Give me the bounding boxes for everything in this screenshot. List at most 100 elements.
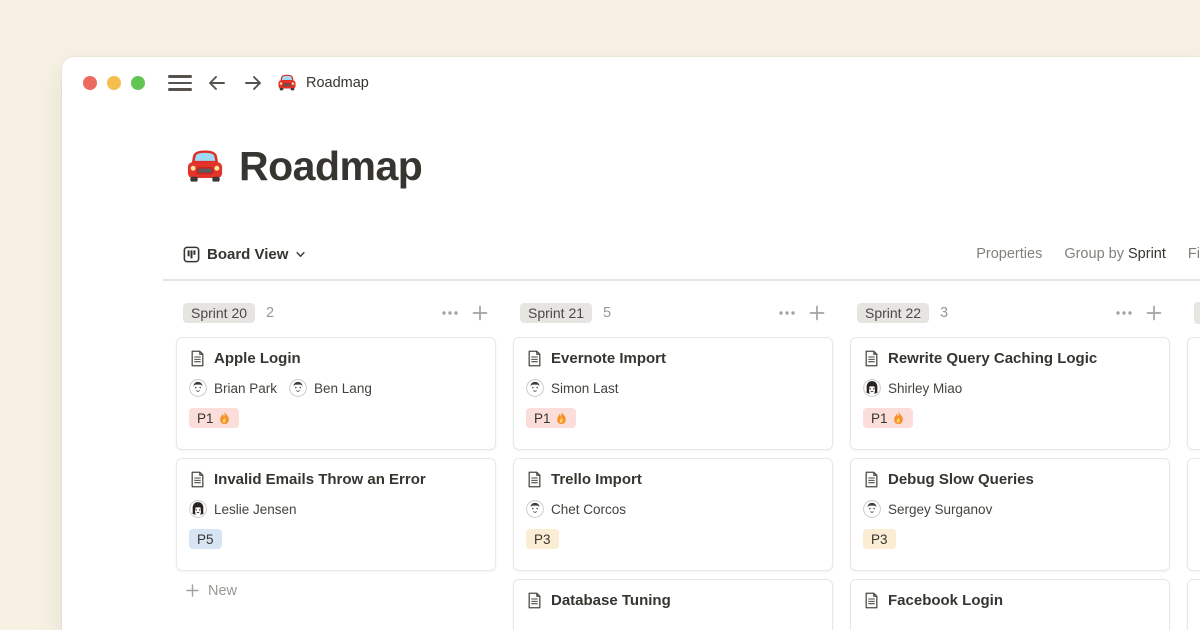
person-avatar-icon [189, 500, 207, 518]
priority-label: P5 [197, 532, 214, 547]
board-card[interactable]: Debug Slow Queries Sergey Surganov P3 [850, 458, 1170, 571]
card-title-row: Database Tuning [526, 592, 820, 609]
page-title: Roadmap [239, 143, 422, 190]
assignee-name: Shirley Miao [888, 381, 962, 396]
board-column: Sprint 22 3 Rewrite Query Caching Logic Shi… [850, 300, 1170, 630]
card-title-row: Debug Slow Queries [863, 471, 1157, 488]
card-title-row: Facebook Login [863, 592, 1157, 609]
column-menu-icon[interactable] [1114, 303, 1134, 323]
column-add-card-icon[interactable] [1144, 303, 1164, 323]
priority-badge: P5 [189, 529, 222, 549]
column-add-card-icon[interactable] [807, 303, 827, 323]
board-card[interactable]: Rewrite Query Caching Logic Shirley Miao P… [850, 337, 1170, 450]
page-icon [189, 471, 206, 488]
maximize-window-button[interactable] [131, 76, 145, 90]
assignee-name: Leslie Jensen [214, 502, 297, 517]
column-name-badge[interactable]: Sprint 22 [857, 303, 929, 323]
new-card-label: New [208, 583, 237, 599]
column-name-badge[interactable]: Sprint 20 [183, 303, 255, 323]
card-badges: P3 [526, 529, 820, 549]
fire-emoji-icon [892, 411, 905, 425]
card-badges: P5 [189, 529, 483, 549]
column-name-badge[interactable] [1194, 302, 1200, 324]
toolbar-right: Properties Group by Sprint Fi [976, 246, 1200, 262]
assignee-name: Simon Last [551, 381, 619, 396]
assignee: Leslie Jensen [189, 500, 297, 518]
board-card[interactable] [1187, 337, 1200, 450]
board-card[interactable]: Trello ImportChet CorcosP3 [513, 458, 833, 571]
column-menu-icon[interactable] [440, 303, 460, 323]
titlebar-title: Roadmap [306, 75, 369, 91]
group-by-button[interactable]: Group by Sprint [1064, 246, 1166, 262]
card-badges: P1 [526, 408, 820, 428]
board-view-icon [183, 246, 200, 263]
car-emoji-icon [276, 72, 298, 94]
card-title-row: Apple Login [189, 350, 483, 367]
forward-arrow-icon[interactable] [242, 72, 264, 94]
column-header: Sprint 202 [176, 300, 496, 326]
page-icon [526, 592, 543, 609]
board-card[interactable] [1187, 458, 1200, 571]
board-card[interactable] [1187, 579, 1200, 630]
assignee-name: Sergey Surganov [888, 502, 992, 517]
card-assignees: Leslie Jensen [189, 499, 483, 519]
board-card[interactable]: Database Tuning [513, 579, 833, 630]
priority-label: P1 [534, 411, 551, 426]
card-title: Trello Import [551, 471, 642, 488]
column-cards: Evernote Import Simon LastP1 Trello Import… [513, 337, 833, 630]
column-count: 5 [603, 305, 611, 321]
priority-badge: P3 [863, 529, 896, 549]
view-toolbar: Board View Properties Group by Sprint Fi [183, 240, 1200, 268]
car-emoji-icon[interactable] [183, 145, 227, 189]
card-title-row: Invalid Emails Throw an Error [189, 471, 483, 488]
card-title: Rewrite Query Caching Logic [888, 350, 1097, 367]
assignee: Sergey Surganov [863, 500, 992, 518]
plus-icon [184, 582, 201, 599]
column-add-card-icon[interactable] [470, 303, 490, 323]
board-column: Sprint 21 5 Evernote Import Simon LastP1 Tre… [513, 300, 833, 630]
filter-button[interactable]: Fi [1188, 246, 1200, 262]
page-header: Roadmap [183, 143, 422, 190]
column-actions [777, 303, 827, 323]
column-name-badge[interactable]: Sprint 21 [520, 303, 592, 323]
app-window: Roadmap Roadmap Board View Properties Gr… [62, 57, 1200, 630]
priority-badge: P1 [863, 408, 913, 428]
close-window-button[interactable] [83, 76, 97, 90]
board-card[interactable]: Invalid Emails Throw an Error Leslie Jens… [176, 458, 496, 571]
page-icon [526, 350, 543, 367]
page-icon [526, 471, 543, 488]
board-view-selector[interactable]: Board View [183, 246, 306, 263]
column-header: Sprint 21 5 [513, 300, 833, 326]
board-card[interactable]: Apple LoginBrian ParkBen LangP1 [176, 337, 496, 450]
back-arrow-icon[interactable] [206, 72, 228, 94]
board-column-partial [1187, 300, 1200, 630]
card-badges: P1 [863, 408, 1157, 428]
assignee: Ben Lang [289, 379, 372, 397]
assignee: Shirley Miao [863, 379, 962, 397]
card-title: Invalid Emails Throw an Error [214, 471, 426, 488]
page-icon [863, 471, 880, 488]
priority-badge: P3 [526, 529, 559, 549]
card-title-row: Trello Import [526, 471, 820, 488]
card-title-row: Evernote Import [526, 350, 820, 367]
board-card[interactable]: Facebook Login [850, 579, 1170, 630]
column-cards [1187, 337, 1200, 630]
menu-icon[interactable] [168, 75, 192, 91]
person-avatar-icon [189, 379, 207, 397]
card-title: Evernote Import [551, 350, 666, 367]
board-card[interactable]: Evernote Import Simon LastP1 [513, 337, 833, 450]
card-assignees: Simon Last [526, 378, 820, 398]
column-menu-icon[interactable] [777, 303, 797, 323]
column-actions [440, 303, 490, 323]
assignee-name: Ben Lang [314, 381, 372, 396]
person-avatar-icon [863, 379, 881, 397]
person-avatar-icon [526, 500, 544, 518]
properties-button[interactable]: Properties [976, 246, 1042, 262]
assignee: Brian Park [189, 379, 277, 397]
person-avatar-icon [863, 500, 881, 518]
new-card-button[interactable]: New [176, 573, 496, 608]
assignee-name: Brian Park [214, 381, 277, 396]
card-title-row: Rewrite Query Caching Logic [863, 350, 1157, 367]
minimize-window-button[interactable] [107, 76, 121, 90]
column-count: 3 [940, 305, 948, 321]
